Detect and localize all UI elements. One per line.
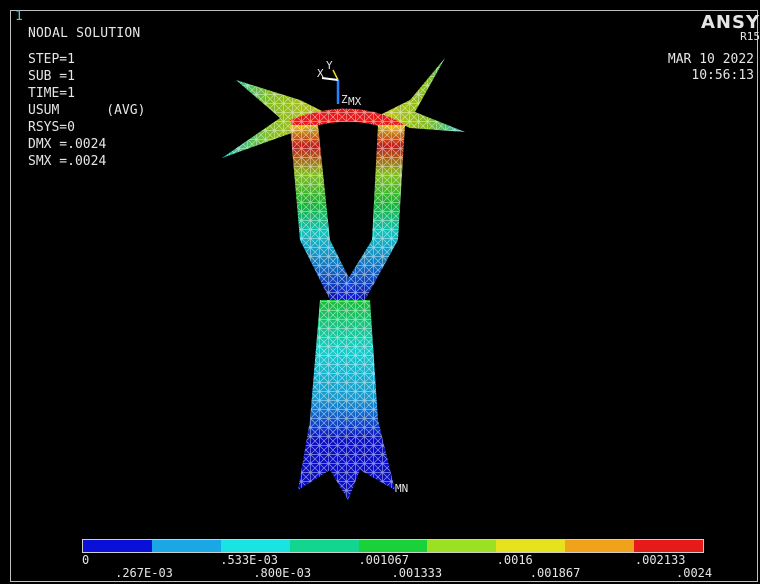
legend-label-bottom-3: .001867 xyxy=(529,566,581,580)
tower-left-leg xyxy=(290,125,360,300)
legend-band-5 xyxy=(427,540,497,552)
contour-legend-bar xyxy=(82,539,704,553)
legend-band-7 xyxy=(565,540,635,552)
tower-body xyxy=(298,300,395,500)
legend-band-4 xyxy=(358,540,428,552)
legend-label-bottom-1: .800E-03 xyxy=(253,566,312,580)
tower-contour-plot[interactable]: X Y Z MX MN xyxy=(0,0,760,584)
legend-band-0 xyxy=(83,540,152,552)
legend-label-bottom-4: .0024 xyxy=(676,566,713,580)
triad-z-label: Z xyxy=(341,93,348,106)
legend-band-6 xyxy=(496,540,566,552)
min-marker: MN xyxy=(395,482,408,495)
legend-label-top-3: .0016 xyxy=(496,553,533,567)
max-marker: MX xyxy=(348,95,362,108)
legend-band-3 xyxy=(289,540,359,552)
legend-label-top-1: .533E-03 xyxy=(220,553,279,567)
legend-label-bottom-2: .001333 xyxy=(391,566,443,580)
legend-band-1 xyxy=(151,540,221,552)
legend-label-top-0: 0 xyxy=(82,553,90,567)
coordinate-triad: X Y Z xyxy=(317,59,348,106)
triad-y-label: Y xyxy=(326,59,333,72)
legend-band-8 xyxy=(634,540,704,552)
legend-label-top-2: .001067 xyxy=(358,553,410,567)
legend-band-2 xyxy=(220,540,290,552)
legend-label-top-4: .002133 xyxy=(634,553,686,567)
triad-x-label: X xyxy=(317,67,324,80)
legend-label-bottom-0: .267E-03 xyxy=(115,566,173,580)
